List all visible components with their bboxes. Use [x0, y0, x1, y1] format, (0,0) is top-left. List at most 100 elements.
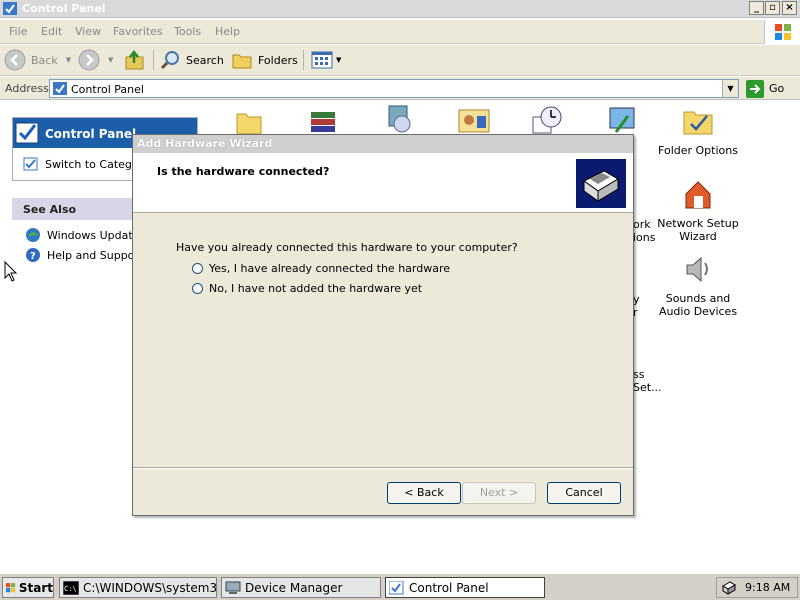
go-button[interactable]: Go: [746, 79, 784, 98]
sounds-label-line2: Audio Devices: [658, 305, 738, 318]
system-tray: 9:18 AM: [716, 577, 798, 598]
address-dropdown-icon[interactable]: ▼: [722, 80, 738, 97]
folder-options-icon: [683, 111, 713, 135]
menu-bar: File Edit View Favorites Tools Help: [0, 20, 800, 44]
cancel-button[interactable]: Cancel: [547, 482, 621, 504]
toolbar: Back ▼ ▼ Search Folders ▼: [0, 45, 800, 76]
folder-options-item[interactable]: Folder Options: [655, 104, 741, 157]
search-icon: [160, 51, 179, 70]
close-button[interactable]: ×: [782, 1, 797, 15]
windows-update-link[interactable]: Windows Update: [25, 227, 139, 243]
control-panel-icon: [3, 2, 17, 15]
windows-update-icon: [26, 228, 40, 242]
back-arrow-icon: [4, 49, 26, 71]
sounds-audio-devices-item[interactable]: Sounds and Audio Devices: [655, 253, 741, 318]
radio-circle[interactable]: [192, 283, 203, 294]
help-and-support-label: Help and Support: [47, 248, 144, 262]
fonts-icon: [311, 112, 335, 132]
menu-view[interactable]: View: [75, 25, 101, 38]
minimize-button[interactable]: _: [749, 1, 764, 15]
dialog-titlebar[interactable]: Add Hardware Wizard: [133, 135, 633, 153]
folders-button[interactable]: Folders: [231, 49, 298, 71]
svg-text:?: ?: [30, 251, 36, 262]
yes-connected-label: Yes, I have already connected the hardwa…: [209, 262, 451, 275]
address-value: Control Panel: [71, 83, 144, 96]
control-panel-icon: [389, 580, 404, 594]
clock[interactable]: 9:18 AM: [745, 581, 790, 594]
network-setup-wizard-item[interactable]: Network Setup Wizard: [655, 178, 741, 243]
back-dropdown-icon[interactable]: ▼: [66, 56, 71, 64]
address-label: Address: [5, 82, 49, 95]
back-button[interactable]: < Back: [387, 482, 461, 504]
network-setup-label-line1: Network Setup: [657, 217, 739, 230]
views-icon: [311, 51, 333, 69]
command-prompt-icon: C:\: [63, 580, 79, 595]
address-bar: Address Control Panel ▼ Go: [0, 77, 800, 100]
search-label: Search: [186, 53, 224, 67]
start-label: Start: [18, 580, 53, 595]
menu-favorites[interactable]: Favorites: [113, 25, 163, 38]
menu-edit[interactable]: Edit: [41, 25, 62, 38]
address-input[interactable]: Control Panel ▼: [49, 79, 739, 98]
dialog-separator: [133, 467, 633, 469]
forward-button[interactable]: ▼: [78, 49, 113, 71]
media-icon: [388, 105, 411, 133]
window-title: Control Panel: [22, 2, 106, 15]
toolbar-separator: [303, 50, 304, 70]
search-button[interactable]: Search: [159, 49, 224, 71]
taskbar: Start C:\ C:\WINDOWS\system32... Device …: [0, 573, 800, 600]
partial-item-label: ork ions: [633, 218, 656, 244]
mouse-cursor-icon: [4, 261, 18, 282]
folders-icon: [232, 54, 252, 69]
views-button[interactable]: ▼: [311, 49, 341, 71]
maximize-button[interactable]: ▫: [765, 1, 780, 15]
menu-tools[interactable]: Tools: [174, 25, 201, 38]
control-panel-pane-title: Control Panel: [45, 127, 137, 141]
device-manager-icon: [225, 581, 241, 594]
control-panel-item[interactable]: [382, 104, 416, 137]
windows-update-label: Windows Update: [47, 228, 140, 242]
add-hardware-wizard-dialog: Add Hardware Wizard Is the hardware conn…: [132, 134, 634, 516]
control-panel-icon: [23, 157, 38, 171]
taskbar-item-label: Device Manager: [245, 580, 343, 595]
forward-dropdown-icon[interactable]: ▼: [108, 56, 113, 64]
next-button[interactable]: Next >: [462, 482, 536, 504]
control-panel-item[interactable]: [456, 106, 492, 137]
views-dropdown-icon[interactable]: ▼: [336, 56, 341, 64]
date-time-icon: [532, 106, 562, 134]
not-added-radio[interactable]: No, I have not added the hardware yet: [192, 282, 422, 295]
window-titlebar: Control Panel _ ▫ ×: [0, 0, 800, 18]
back-label: Back: [31, 53, 58, 67]
taskbar-item-label: C:\WINDOWS\system32...: [83, 580, 217, 595]
radio-circle[interactable]: [192, 263, 203, 274]
hardware-tray-icon[interactable]: [721, 580, 737, 596]
control-panel-icon: [53, 82, 67, 95]
windows-logo-icon: [6, 582, 16, 592]
folder-icon: [236, 113, 262, 135]
taskbar-item-command-prompt[interactable]: C:\ C:\WINDOWS\system32...: [59, 577, 217, 598]
control-panel-item[interactable]: [306, 106, 340, 137]
network-setup-label-line2: Wizard: [679, 230, 717, 243]
folder-options-label: Folder Options: [658, 144, 738, 157]
go-arrow-icon: [746, 79, 764, 98]
help-and-support-link[interactable]: ? Help and Support: [25, 247, 143, 263]
toolbar-separator: [153, 50, 154, 70]
sounds-label-line1: Sounds and: [665, 292, 731, 305]
control-panel-icon: [15, 122, 39, 144]
taskbar-item-control-panel[interactable]: Control Panel: [385, 577, 545, 598]
taskbar-item-device-manager[interactable]: Device Manager: [221, 577, 381, 598]
menu-file[interactable]: File: [9, 25, 27, 38]
back-button[interactable]: Back ▼: [4, 49, 71, 71]
taskbar-item-label: Control Panel: [409, 580, 489, 595]
network-setup-icon: [685, 181, 711, 209]
dialog-title: Add Hardware Wizard: [137, 137, 273, 150]
menu-help[interactable]: Help: [215, 25, 240, 38]
switch-to-category-link[interactable]: Switch to Category: [23, 156, 150, 172]
user-accounts-icon: [458, 109, 490, 133]
forward-arrow-icon: [78, 49, 100, 71]
go-label: Go: [769, 82, 785, 95]
up-folder-button[interactable]: [124, 49, 146, 71]
up-folder-icon: [125, 49, 144, 70]
yes-connected-radio[interactable]: Yes, I have already connected the hardwa…: [192, 262, 450, 275]
start-button[interactable]: Start: [2, 577, 54, 598]
